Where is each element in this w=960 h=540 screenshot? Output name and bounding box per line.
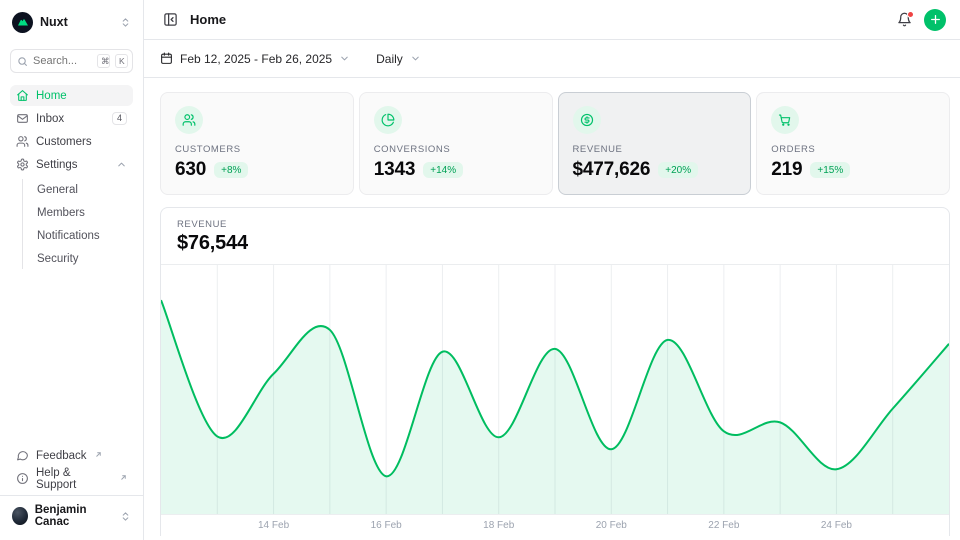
filter-toolbar: Feb 12, 2025 - Feb 26, 2025 Daily: [144, 40, 960, 78]
stat-card-orders[interactable]: ORDERS 219 +15%: [756, 92, 950, 195]
stat-card-conversions[interactable]: CONVERSIONS 1343 +14%: [359, 92, 553, 195]
x-tick-label: 22 Feb: [708, 520, 739, 531]
sidebar-item-home[interactable]: Home: [10, 85, 133, 106]
kbd-cmd: ⌘: [97, 54, 110, 68]
external-link-icon: [95, 451, 102, 458]
users-icon: [175, 106, 203, 134]
sidebar-footer: Feedback Help & Support: [10, 445, 133, 495]
settings-children: General Members Notifications Security: [22, 179, 133, 269]
sidebar-item-label: Inbox: [36, 113, 64, 125]
revenue-chart-card: REVENUE $76,544 14 Feb 16 Feb 18 Feb 20 Feb…: [160, 207, 950, 536]
chevron-down-icon: [410, 53, 421, 64]
help-support-link[interactable]: Help & Support: [10, 468, 133, 489]
circle-dollar-icon: [573, 106, 601, 134]
mail-icon: [16, 112, 29, 125]
nuxt-logo-icon: [12, 12, 33, 33]
notifications-button[interactable]: [895, 10, 914, 29]
user-name: Benjamin Canac: [35, 504, 113, 528]
chart-label: REVENUE: [177, 219, 933, 230]
sidebar-item-notifications[interactable]: Notifications: [37, 225, 133, 246]
stat-value: 630: [175, 159, 206, 181]
sidebar-collapse-button[interactable]: [161, 10, 180, 29]
stat-card-revenue[interactable]: REVENUE $477,626 +20%: [558, 92, 752, 195]
chevron-up-icon: [116, 159, 127, 170]
stat-value: 219: [771, 159, 802, 181]
app-window: Nuxt ⌘ K Home Inbo: [0, 0, 960, 540]
message-bubble-icon: [16, 449, 29, 462]
pie-chart-icon: [374, 106, 402, 134]
x-tick-label: 24 Feb: [821, 520, 852, 531]
stat-value: 1343: [374, 159, 416, 181]
stat-delta-badge: +20%: [658, 162, 698, 178]
chart-header: REVENUE $76,544: [161, 208, 949, 265]
plus-icon: [929, 13, 942, 26]
dashboard-content: CUSTOMERS 630 +8% CONVERSIONS 1343 +14%: [144, 78, 960, 536]
page-header: Home: [144, 0, 960, 40]
stat-card-customers[interactable]: CUSTOMERS 630 +8%: [160, 92, 354, 195]
sidebar: Nuxt ⌘ K Home Inbo: [0, 0, 144, 540]
sidebar-item-customers[interactable]: Customers: [10, 131, 133, 152]
search-input[interactable]: ⌘ K: [10, 49, 133, 73]
info-circle-icon: [16, 472, 29, 485]
stats-row: CUSTOMERS 630 +8% CONVERSIONS 1343 +14%: [160, 92, 950, 195]
sidebar-item-label: Customers: [36, 136, 92, 148]
stat-label: ORDERS: [771, 144, 935, 155]
gear-icon: [16, 158, 29, 171]
x-axis-ticks: 14 Feb 16 Feb 18 Feb 20 Feb 22 Feb 24 Feb: [161, 515, 949, 536]
user-menu[interactable]: Benjamin Canac: [0, 495, 143, 532]
sidebar-nav: Home Inbox 4 Customers Settings: [10, 85, 133, 271]
sidebar-item-security[interactable]: Security: [37, 248, 133, 269]
sidebar-item-general[interactable]: General: [37, 179, 133, 200]
home-icon: [16, 89, 29, 102]
revenue-area-chart[interactable]: [161, 265, 949, 515]
sidebar-item-inbox[interactable]: Inbox 4: [10, 108, 133, 129]
x-tick-label: 18 Feb: [483, 520, 514, 531]
date-range-picker[interactable]: Feb 12, 2025 - Feb 26, 2025: [160, 52, 350, 66]
date-range-label: Feb 12, 2025 - Feb 26, 2025: [180, 52, 332, 66]
avatar: [12, 507, 28, 525]
sidebar-item-label: Feedback: [36, 450, 87, 462]
inbox-count-badge: 4: [112, 112, 127, 126]
x-tick-label: 14 Feb: [258, 520, 289, 531]
sidebar-item-label: Settings: [36, 159, 78, 171]
stat-delta-badge: +14%: [423, 162, 463, 178]
search-icon: [17, 56, 28, 67]
shopping-cart-icon: [771, 106, 799, 134]
calendar-icon: [160, 52, 173, 65]
feedback-link[interactable]: Feedback: [10, 445, 133, 466]
x-tick-label: 20 Feb: [596, 520, 627, 531]
panel-left-close-icon: [163, 12, 178, 27]
kbd-k: K: [115, 54, 128, 68]
chevrons-up-down-icon: [120, 17, 131, 28]
stat-delta-badge: +8%: [214, 162, 248, 178]
period-label: Daily: [376, 52, 403, 66]
users-icon: [16, 135, 29, 148]
stat-label: CUSTOMERS: [175, 144, 339, 155]
stat-value: $477,626: [573, 159, 651, 181]
period-select[interactable]: Daily: [376, 52, 421, 66]
page-title: Home: [190, 12, 226, 27]
chevrons-up-down-icon: [120, 511, 131, 522]
notification-dot: [907, 11, 914, 18]
sidebar-item-label: Help & Support: [36, 467, 112, 491]
stat-label: CONVERSIONS: [374, 144, 538, 155]
external-link-icon: [120, 474, 127, 481]
workspace-switcher[interactable]: Nuxt: [10, 10, 133, 34]
sidebar-item-settings[interactable]: Settings: [10, 154, 133, 175]
search-field[interactable]: [33, 55, 92, 67]
chart-value: $76,544: [177, 232, 933, 255]
x-tick-label: 16 Feb: [371, 520, 402, 531]
stat-label: REVENUE: [573, 144, 737, 155]
stat-delta-badge: +15%: [810, 162, 850, 178]
chart-canvas: [161, 265, 949, 514]
main-area: Home Feb 12, 2: [144, 0, 960, 540]
chevron-down-icon: [339, 53, 350, 64]
sidebar-item-members[interactable]: Members: [37, 202, 133, 223]
header-actions: [895, 9, 946, 31]
sidebar-item-label: Home: [36, 90, 67, 102]
workspace-name: Nuxt: [40, 15, 68, 29]
add-button[interactable]: [924, 9, 946, 31]
